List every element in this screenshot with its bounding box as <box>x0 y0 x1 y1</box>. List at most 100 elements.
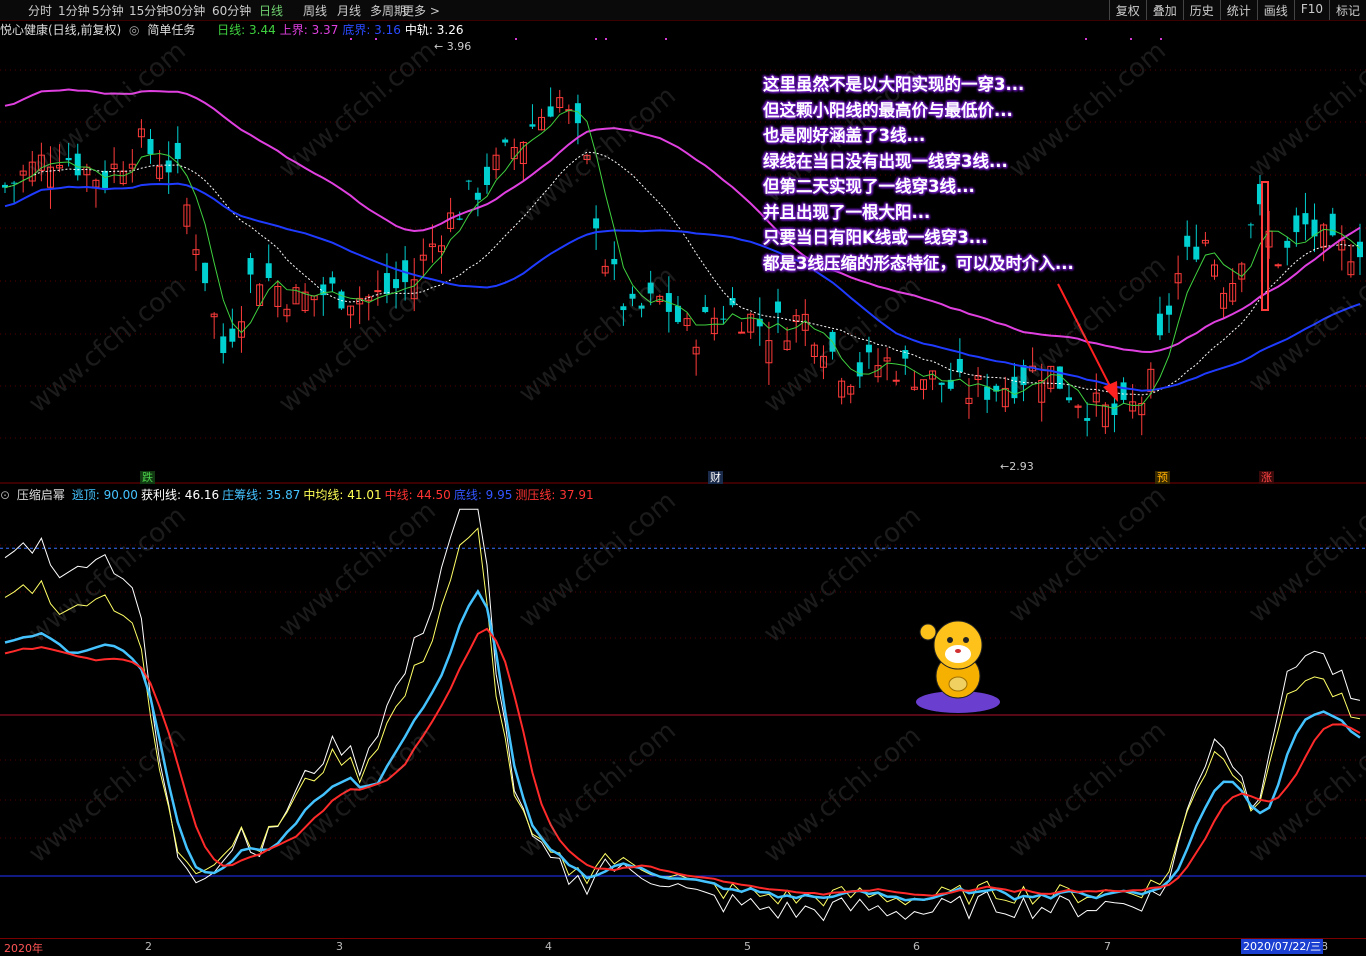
candle-body <box>465 180 472 182</box>
marker-dot <box>1085 38 1087 40</box>
candle-body <box>574 103 581 124</box>
indicator-name[interactable]: 压缩启幂 <box>17 488 65 502</box>
candle-body <box>1065 397 1072 401</box>
annotation-text: 这里虽然不是以大阳实现的一穿3... 但这颗小阳线的最高价与最低价... 也是刚好涵… <box>763 72 1074 276</box>
chip-line <box>4 588 1361 902</box>
event-badge-2[interactable]: 预 <box>1155 471 1170 484</box>
candle-body <box>393 279 400 289</box>
lower-band-line <box>4 182 1361 392</box>
x-tick-3: 4 <box>545 940 552 953</box>
x-tick-4: 5 <box>744 940 751 953</box>
event-badge-0[interactable]: 跌 <box>140 471 155 484</box>
high-price-label: ← 3.96 <box>434 40 471 53</box>
annotation-line-2: 也是刚好涵盖了3线... <box>763 126 926 145</box>
candle-body <box>892 379 900 382</box>
candle-body <box>774 301 781 313</box>
mid-average-line <box>4 527 1361 907</box>
candle-body <box>1357 241 1363 258</box>
event-badge-3[interactable]: 涨 <box>1259 471 1274 484</box>
candle-body <box>1193 246 1200 260</box>
indicator-value-5: 底线: 9.95 <box>453 488 513 502</box>
marker-dot <box>375 38 377 40</box>
indicator-value-0: 逃顶: 90.00 <box>71 488 138 502</box>
candle-body <box>720 318 727 320</box>
indicator-value-4: 中线: 44.50 <box>384 488 451 502</box>
marker-dot <box>665 38 667 40</box>
tiger-paw <box>919 623 937 641</box>
candle-body <box>329 277 336 284</box>
candle-body <box>629 293 636 299</box>
x-tick-0: 2020年 <box>4 942 43 955</box>
annotation-line-7: 都是3线压缩的形态特征，可以及时介入... <box>763 253 1074 273</box>
mid-band-line <box>4 151 1361 396</box>
tiger-coin <box>948 676 968 692</box>
candle-body <box>1156 313 1163 336</box>
candle-body <box>65 157 72 161</box>
candle-body <box>1284 240 1291 248</box>
candle-body <box>1302 213 1309 225</box>
candle-body <box>674 305 681 323</box>
candle-body <box>229 328 236 342</box>
candle-body <box>593 218 600 229</box>
candle-body <box>174 142 181 160</box>
event-badge-1[interactable]: 财 <box>708 471 723 484</box>
candle-body <box>1329 213 1336 236</box>
candle-body <box>865 344 872 353</box>
candle-body <box>638 305 645 309</box>
candle-body <box>1084 418 1091 421</box>
annotation-line-6: 只要当日有阳K线或一线穿3... <box>763 228 988 247</box>
candle-body <box>247 258 254 275</box>
candle-body <box>956 358 963 373</box>
low-price-label: ←2.93 <box>1000 460 1034 473</box>
candle-body <box>1111 403 1118 416</box>
highlight-candle <box>1261 181 1269 311</box>
indicator-value-2: 庄筹线: 35.87 <box>222 488 301 502</box>
daily-line <box>4 109 1361 410</box>
candle-body <box>938 382 945 385</box>
cursor-date: 2020/07/22/三 <box>1241 939 1324 954</box>
x-axis: 2020年 2 3 4 5 6 7 8 <box>0 939 1366 955</box>
candle-body <box>984 386 991 400</box>
indicator-value-6: 测压线: 37.91 <box>515 488 594 502</box>
candle-body <box>902 350 909 359</box>
candle-body <box>338 291 345 309</box>
settings-icon[interactable]: ⊙ <box>0 488 10 502</box>
candle-body <box>165 160 172 173</box>
x-tick-5: 6 <box>913 940 920 953</box>
tiger-eye <box>963 637 969 643</box>
annotation-line-3: 绿线在当日没有出现一线穿3线... <box>763 151 1008 171</box>
marker-dot <box>605 38 607 40</box>
candle-body <box>1120 382 1127 400</box>
candle-body <box>74 153 81 176</box>
center-line <box>4 627 1361 897</box>
marker-dot <box>1130 38 1132 40</box>
candle-body <box>383 273 390 294</box>
candle-body <box>147 139 154 155</box>
marker-dot <box>595 38 597 40</box>
candle-body <box>702 306 709 313</box>
candle-body <box>202 262 209 284</box>
candle-body <box>265 263 272 279</box>
candle-body <box>611 258 618 265</box>
candle-body <box>11 182 18 184</box>
tiger-muzzle <box>945 645 971 663</box>
candle-body <box>1166 305 1173 315</box>
x-tick-2: 3 <box>336 940 343 953</box>
indicator-value-3: 中均线: 41.01 <box>303 488 382 502</box>
marker-dot <box>350 38 352 40</box>
annotation-line-4: 但第二天实现了一线穿3线... <box>763 177 975 196</box>
candle-body <box>647 282 654 294</box>
candle-body <box>102 170 109 188</box>
candle-body <box>1247 224 1254 226</box>
marker-dot <box>1160 38 1162 40</box>
tiger-eye <box>947 637 953 643</box>
candle-body <box>220 336 227 354</box>
tiger-nose <box>955 649 961 653</box>
upper-band-line <box>4 88 1361 354</box>
candle-body <box>483 166 490 186</box>
candle-body <box>374 290 382 293</box>
candle-body <box>738 331 746 334</box>
indicator-value-1: 获利线: 46.16 <box>140 488 220 502</box>
candle-body <box>502 139 509 143</box>
candle-body <box>474 192 481 200</box>
